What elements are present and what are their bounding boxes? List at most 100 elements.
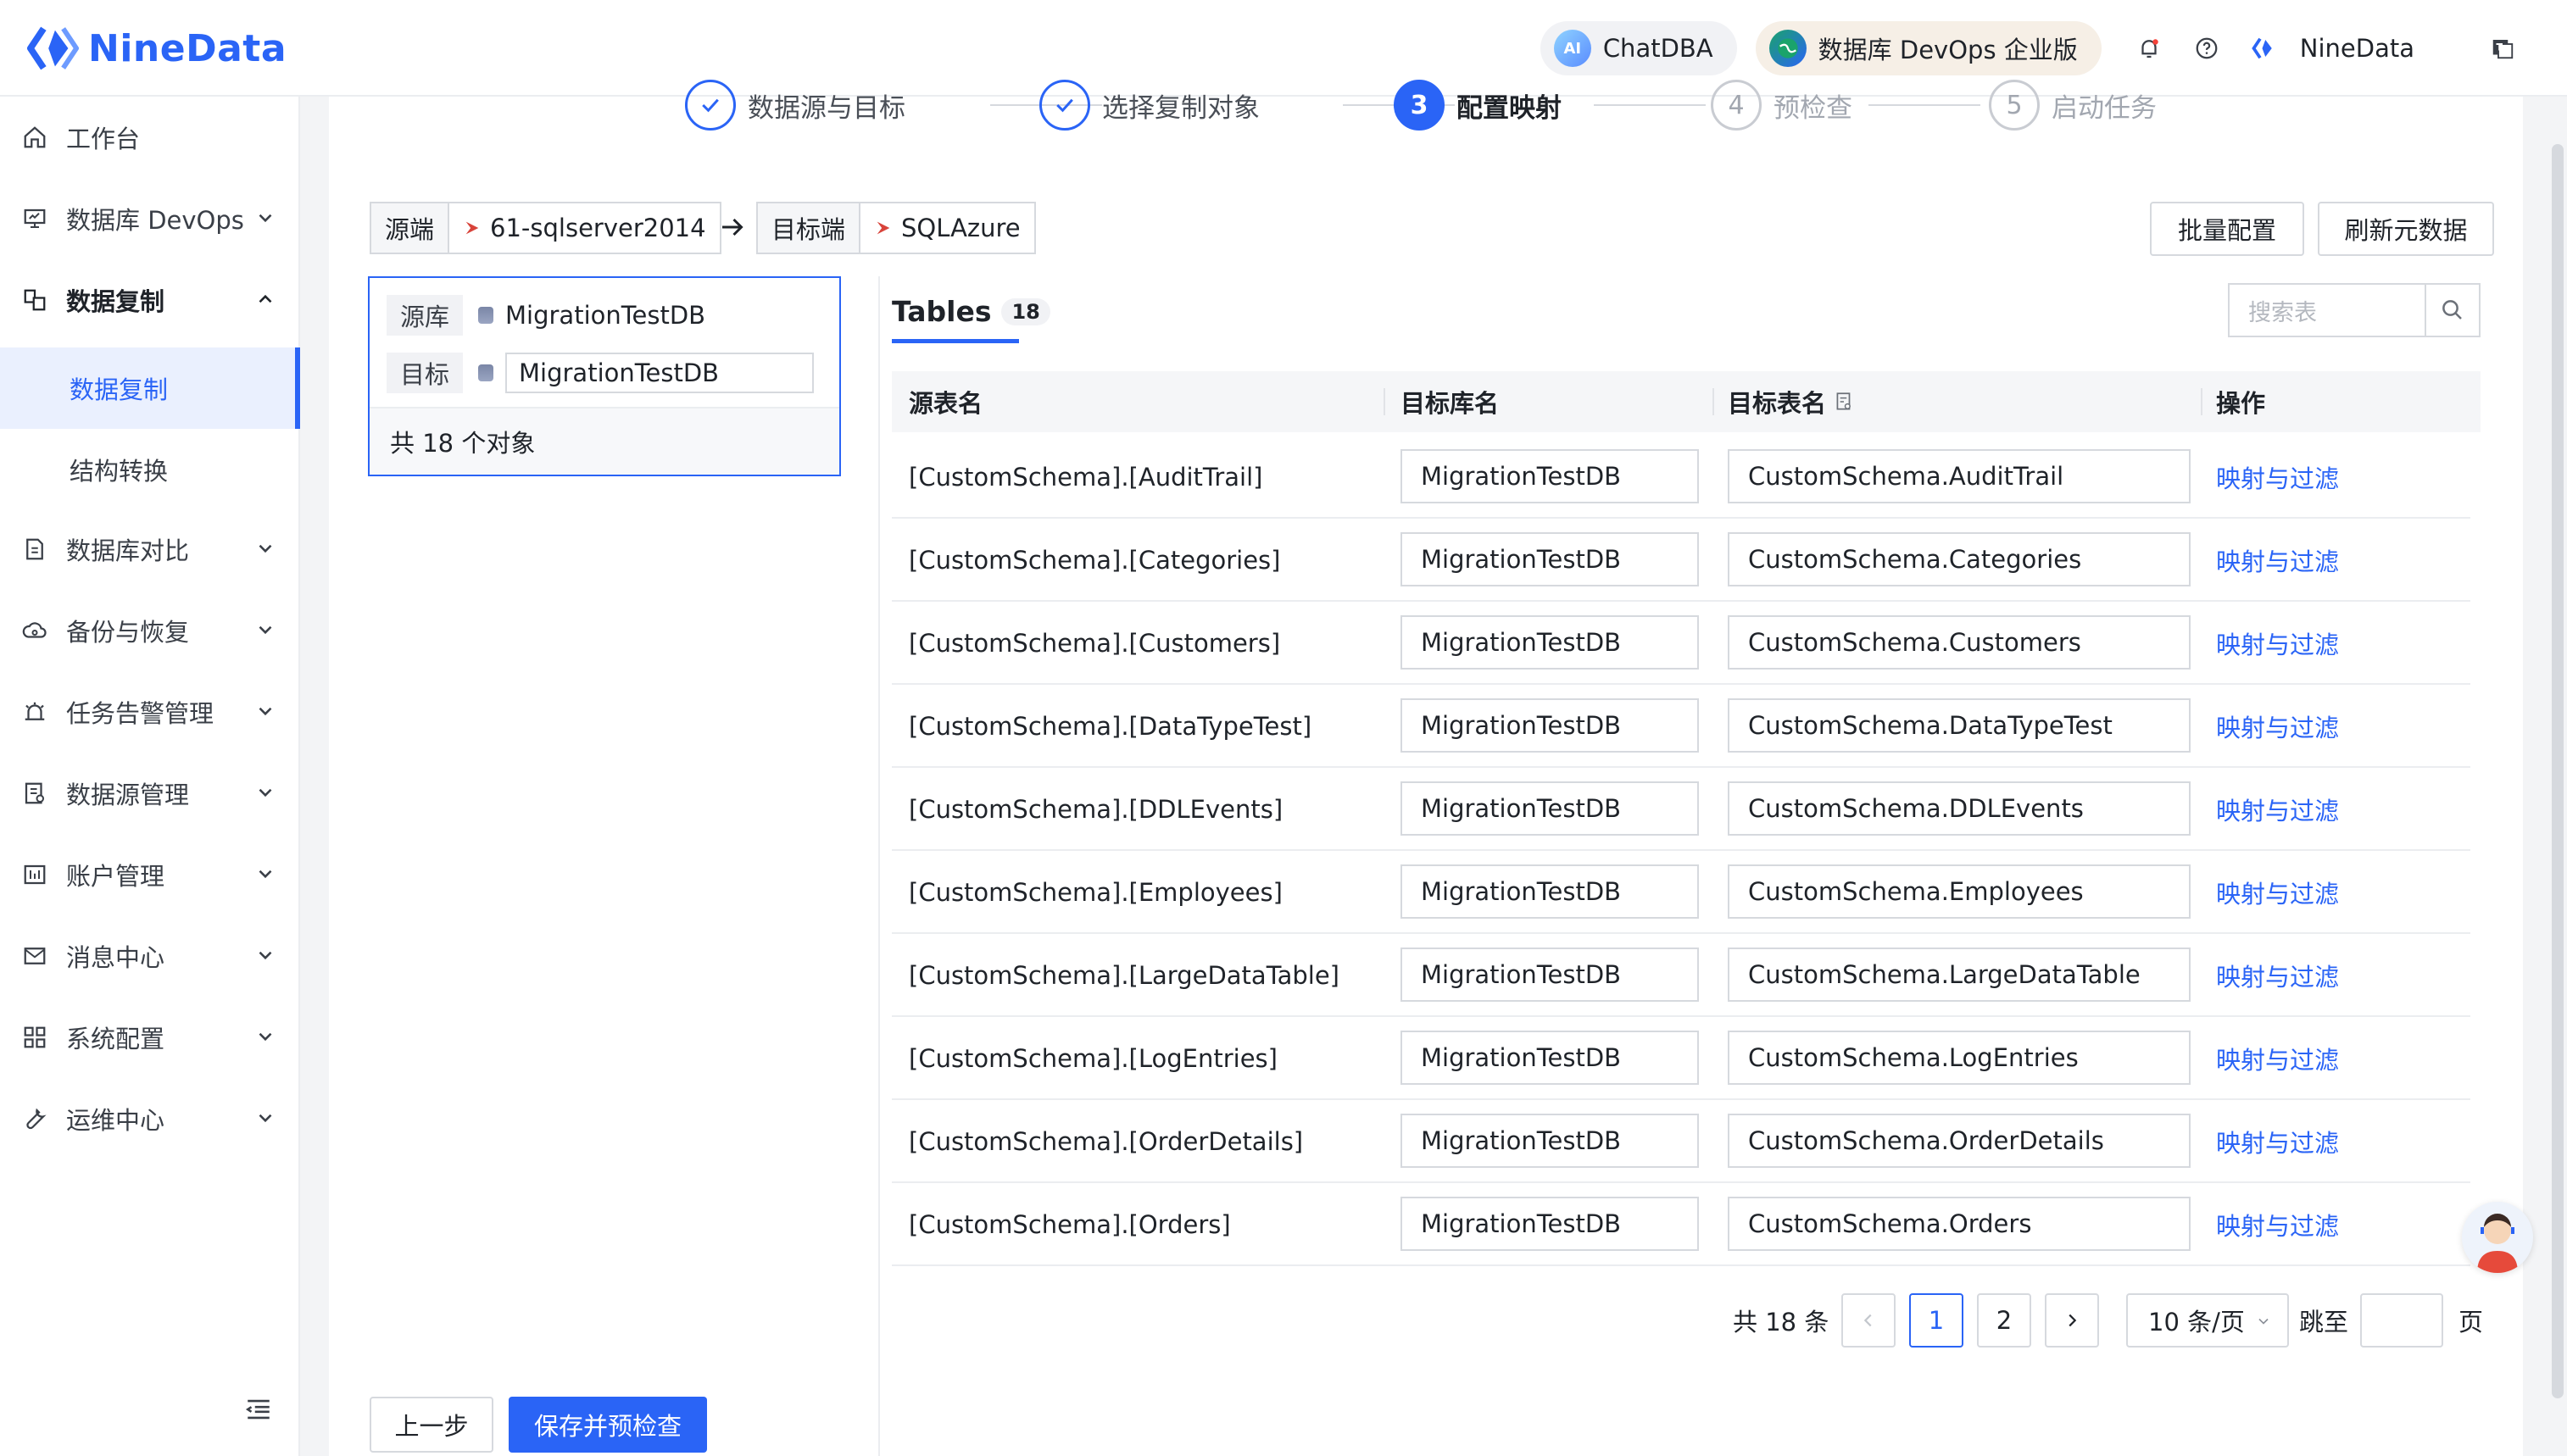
sidebar-item-messages[interactable]: 消息中心	[0, 915, 300, 997]
support-avatar-icon[interactable]	[2462, 1202, 2533, 1273]
mapping-filter-link[interactable]: 映射与过滤	[2216, 685, 2339, 768]
target-db-field[interactable]: MigrationTestDB	[1400, 1114, 1699, 1168]
sidebar-item-label: 账户管理	[66, 862, 165, 891]
database-icon	[478, 307, 494, 324]
target-table-field[interactable]: CustomSchema.Categories	[1728, 532, 2191, 586]
jump-page-input[interactable]	[2360, 1293, 2443, 1348]
sidebar-item-devops[interactable]: 数据库 DevOps	[0, 178, 300, 259]
mapping-filter-link[interactable]: 映射与过滤	[2216, 768, 2339, 851]
target-db-field[interactable]: MigrationTestDB	[1400, 1031, 1699, 1085]
check-icon	[685, 80, 736, 131]
previous-step-button[interactable]: 上一步	[370, 1397, 493, 1453]
mapping-filter-link[interactable]: 映射与过滤	[2216, 1183, 2339, 1266]
chevron-down-icon	[259, 214, 272, 223]
language-switch-icon[interactable]	[2482, 28, 2523, 69]
sidebar-item-system-config[interactable]: 系统配置	[0, 997, 300, 1078]
chevron-down-icon	[259, 870, 272, 879]
sidebar-item-ops-center[interactable]: 运维中心	[0, 1078, 300, 1159]
mapping-filter-link[interactable]: 映射与过滤	[2216, 602, 2339, 685]
target-table-field[interactable]: CustomSchema.Orders	[1728, 1197, 2191, 1251]
chevron-right-icon	[2069, 1314, 2077, 1327]
target-db-field[interactable]: MigrationTestDB	[1400, 449, 1699, 503]
alarm-icon	[20, 697, 49, 726]
target-db-input[interactable]: MigrationTestDB	[505, 353, 815, 393]
search-input[interactable]: 搜索表	[2230, 285, 2425, 336]
notification-bell-icon[interactable]	[2129, 28, 2169, 69]
next-page-button[interactable]	[2045, 1293, 2099, 1348]
source-table-name: [CustomSchema].[LargeDataTable]	[909, 961, 1339, 990]
sidebar-item-label: 数据源管理	[66, 781, 190, 809]
user-avatar-icon[interactable]	[2244, 28, 2285, 69]
page-size-select[interactable]: 10 条/页	[2126, 1293, 2289, 1348]
prev-page-button[interactable]	[1841, 1293, 1896, 1348]
target-table-field[interactable]: CustomSchema.OrderDetails	[1728, 1114, 2191, 1168]
filter-icon[interactable]	[1833, 391, 1855, 413]
sidebar-subitem-schema-convert[interactable]: 结构转换	[0, 429, 300, 510]
save-and-precheck-button[interactable]: 保存并预检查	[509, 1397, 707, 1453]
page-2-button[interactable]: 2	[1977, 1293, 2031, 1348]
chevron-down-icon	[259, 788, 272, 797]
sidebar-item-datasource[interactable]: 数据源管理	[0, 753, 300, 834]
refresh-metadata-button[interactable]: 刷新元数据	[2318, 202, 2494, 256]
target-db-field[interactable]: MigrationTestDB	[1400, 1197, 1699, 1251]
wrench-icon	[20, 1104, 49, 1133]
sidebar-item-account[interactable]: 账户管理	[0, 834, 300, 915]
mapping-filter-link[interactable]: 映射与过滤	[2216, 1100, 2339, 1183]
tab-tables-count: 18	[1001, 297, 1050, 325]
target-table-field[interactable]: CustomSchema.Customers	[1728, 615, 2191, 670]
devops-edition-button[interactable]: 数据库 DevOps 企业版	[1755, 21, 2102, 75]
mapping-filter-link[interactable]: 映射与过滤	[2216, 851, 2339, 934]
sidebar-item-label: 数据库对比	[66, 536, 190, 565]
target-table-field[interactable]: CustomSchema.DDLEvents	[1728, 781, 2191, 836]
target-table-field[interactable]: CustomSchema.LargeDataTable	[1728, 948, 2191, 1002]
sidebar-item-workbench[interactable]: 工作台	[0, 97, 300, 178]
page-1-button[interactable]: 1	[1909, 1293, 1963, 1348]
chatdba-button[interactable]: AI ChatDBA	[1540, 21, 1737, 75]
object-total: 共 18 个对象	[370, 407, 839, 475]
batch-config-button[interactable]: 批量配置	[2150, 202, 2304, 256]
target-db-tag: 目标	[387, 353, 464, 393]
target-table-field[interactable]: CustomSchema.LogEntries	[1728, 1031, 2191, 1085]
sqlserver-icon	[877, 221, 890, 235]
column-target-table-label: 目标表名	[1728, 389, 1827, 418]
help-icon[interactable]	[2186, 28, 2227, 69]
page-unit-label: 页	[2458, 1308, 2484, 1337]
target-db-field[interactable]: MigrationTestDB	[1400, 532, 1699, 586]
brand-logo[interactable]: NineData	[27, 19, 287, 78]
sidebar-item-label: 备份与恢复	[66, 618, 190, 647]
target-db-field[interactable]: MigrationTestDB	[1400, 698, 1699, 753]
target-db-field[interactable]: MigrationTestDB	[1400, 948, 1699, 1002]
database-mapping-card[interactable]: 源库 MigrationTestDB 目标 MigrationTestDB 共 …	[368, 276, 841, 476]
sidebar-item-alarm[interactable]: 任务告警管理	[0, 671, 300, 753]
target-table-field[interactable]: CustomSchema.DataTypeTest	[1728, 698, 2191, 753]
chevron-left-icon	[1863, 1314, 1872, 1327]
target-db-field[interactable]: MigrationTestDB	[1400, 781, 1699, 836]
mapping-filter-link[interactable]: 映射与过滤	[2216, 934, 2339, 1017]
sidebar-item-replication[interactable]: 数据复制	[0, 259, 300, 341]
chevron-down-icon	[259, 707, 272, 716]
grid-icon	[20, 1023, 49, 1052]
collapse-sidebar-icon[interactable]	[244, 1395, 273, 1424]
mapping-filter-link[interactable]: 映射与过滤	[2216, 1017, 2339, 1100]
chevron-up-icon	[259, 294, 272, 303]
target-db-field[interactable]: MigrationTestDB	[1400, 864, 1699, 919]
mapping-filter-link[interactable]: 映射与过滤	[2216, 436, 2339, 519]
table-row: [CustomSchema].[LogEntries] MigrationTes…	[892, 1017, 2470, 1100]
mapping-filter-link[interactable]: 映射与过滤	[2216, 519, 2339, 602]
sidebar-subitem-replication[interactable]: 数据复制	[0, 347, 300, 429]
target-endpoint-value-wrap: SQLAzure	[860, 203, 1034, 253]
step-4: 4 预检查	[1711, 80, 1852, 131]
source-table-name: [CustomSchema].[Employees]	[909, 878, 1283, 907]
target-table-field[interactable]: CustomSchema.Employees	[1728, 864, 2191, 919]
sidebar-item-backup[interactable]: 备份与恢复	[0, 590, 300, 671]
target-table-field[interactable]: CustomSchema.AuditTrail	[1728, 449, 2191, 503]
source-endpoint-value-wrap: 61-sqlserver2014	[449, 203, 720, 253]
user-name[interactable]: NineData	[2300, 34, 2414, 63]
target-db-field[interactable]: MigrationTestDB	[1400, 615, 1699, 670]
source-table-name: [CustomSchema].[Categories]	[909, 546, 1281, 575]
search-icon[interactable]	[2425, 285, 2479, 336]
sidebar-item-compare[interactable]: 数据库对比	[0, 508, 300, 590]
page-scrollbar-thumb[interactable]	[2552, 144, 2564, 1398]
source-table-name: [CustomSchema].[Orders]	[909, 1210, 1231, 1239]
tab-tables[interactable]: Tables 18	[892, 295, 1050, 328]
